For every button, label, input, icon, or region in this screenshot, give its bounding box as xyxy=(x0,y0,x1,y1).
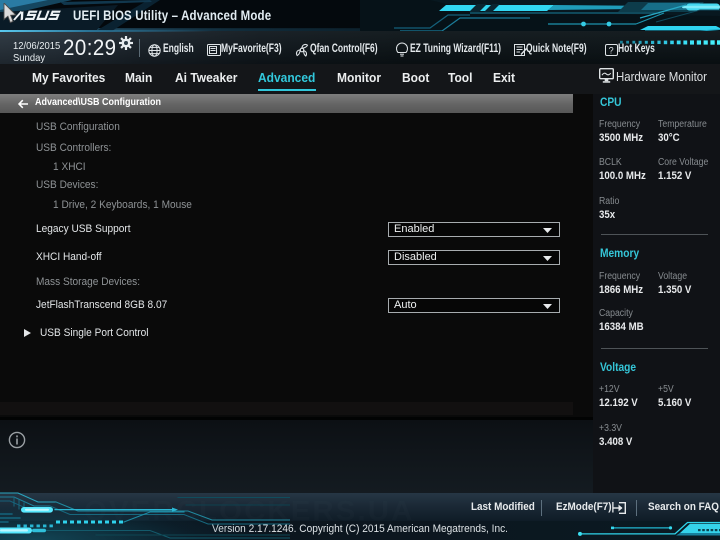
svg-text:?: ? xyxy=(609,45,614,55)
